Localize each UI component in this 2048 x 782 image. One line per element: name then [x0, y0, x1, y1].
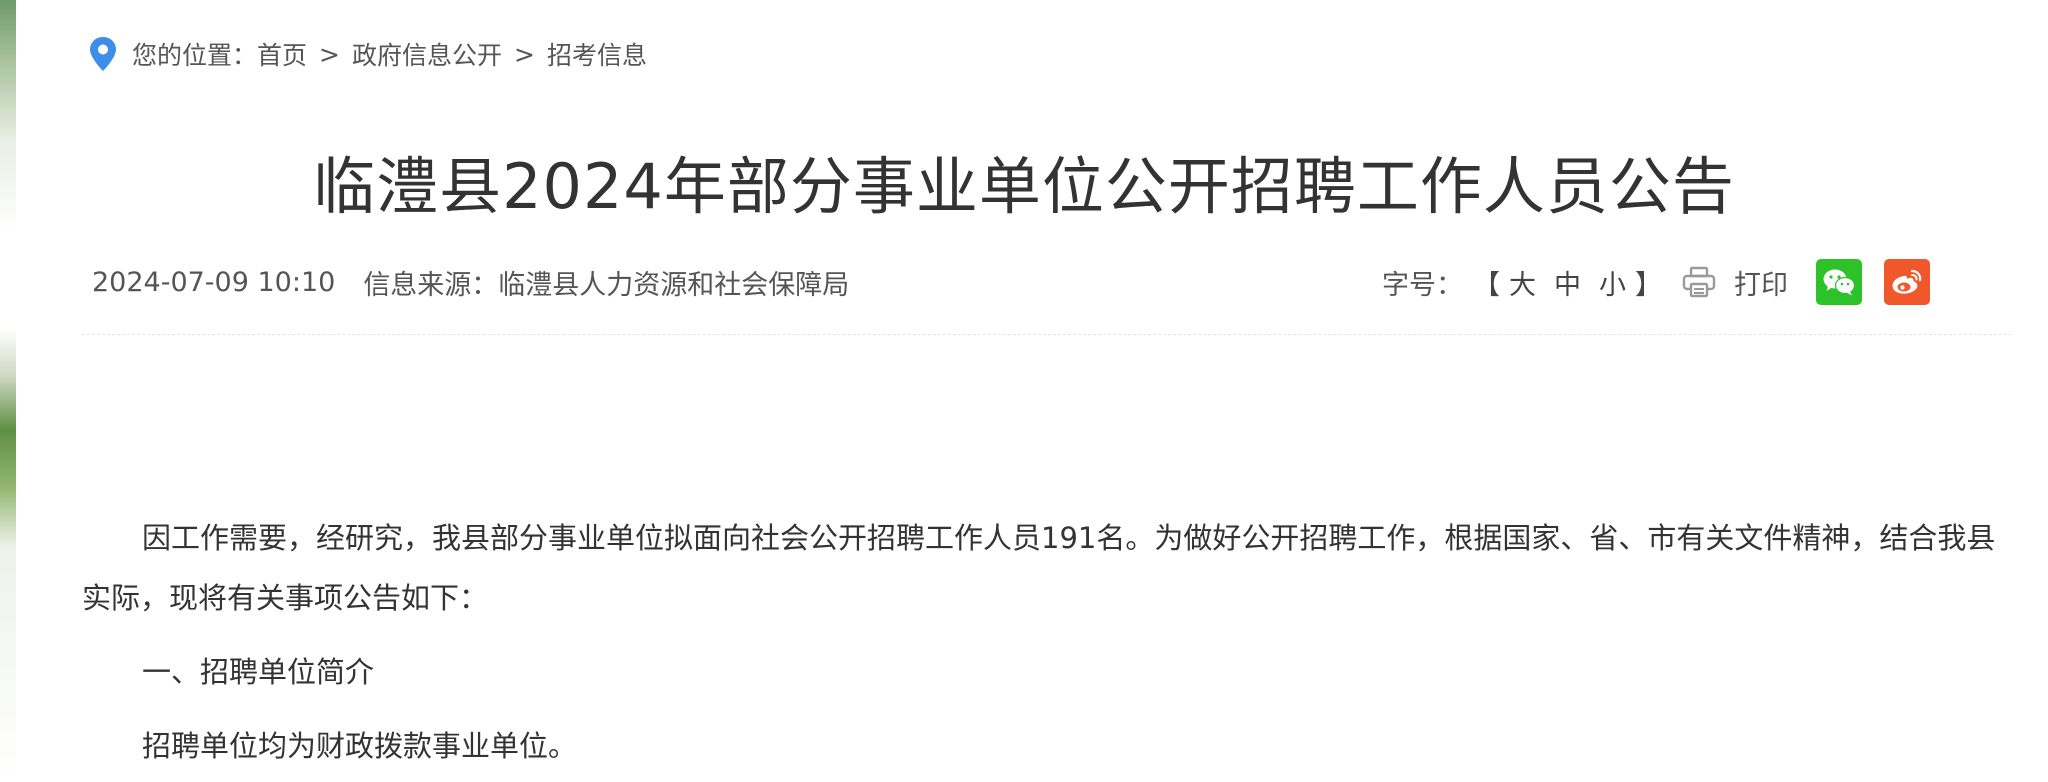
article-paragraph-intro: 因工作需要，经研究，我县部分事业单位拟面向社会公开招聘工作人员191名。为做好公… [82, 521, 1996, 615]
font-size-small-button[interactable]: 小 [1599, 263, 1626, 302]
breadcrumb-separator: > [514, 39, 535, 69]
font-size-bracket-open: 【 [1473, 269, 1500, 301]
breadcrumb-prefix: 您的位置： [132, 41, 258, 70]
font-size-bracket-close: 】 [1635, 269, 1662, 301]
weibo-share-button[interactable] [1884, 259, 1930, 305]
article-paragraph: 招聘单位均为财政拨款事业单位。 [142, 729, 578, 763]
article-section-heading: 一、招聘单位简介 [142, 655, 375, 689]
wechat-icon [1823, 269, 1856, 296]
wechat-share-button[interactable] [1816, 259, 1862, 305]
header-divider [82, 334, 2012, 335]
article-title: 临澧县2024年部分事业单位公开招聘工作人员公告 [313, 150, 1735, 223]
breadcrumb-gov-info-link[interactable]: 政府信息公开 [352, 36, 502, 72]
location-pin-icon [88, 36, 118, 72]
breadcrumb-exam-info-link[interactable]: 招考信息 [547, 36, 647, 72]
breadcrumb-home-link[interactable]: 首页 [257, 36, 307, 72]
info-source: 信息来源：临澧县人力资源和社会保障局 [363, 269, 850, 301]
breadcrumb-separator: > [319, 39, 340, 69]
publish-date: 2024-07-09 10:10 [92, 266, 336, 298]
font-size-large-button[interactable]: 大 [1509, 263, 1536, 302]
font-size-medium-button[interactable]: 中 [1554, 263, 1581, 302]
article-tools: 字号： 【 大 中 小 】 打印 [1382, 258, 1930, 306]
weibo-icon [1892, 269, 1922, 294]
printer-icon[interactable] [1682, 266, 1716, 298]
font-size-label: 字号： [1382, 269, 1463, 301]
article-meta: 2024-07-09 10:10 信息来源：临澧县人力资源和社会保障局 [92, 262, 849, 302]
breadcrumb: 您的位置： 首页 > 政府信息公开 > 招考信息 [88, 34, 647, 74]
article-body: 因工作需要，经研究，我县部分事业单位拟面向社会公开招聘工作人员191名。为做好公… [82, 508, 1998, 776]
left-background-strip [0, 0, 16, 782]
print-button[interactable]: 打印 [1734, 263, 1788, 302]
